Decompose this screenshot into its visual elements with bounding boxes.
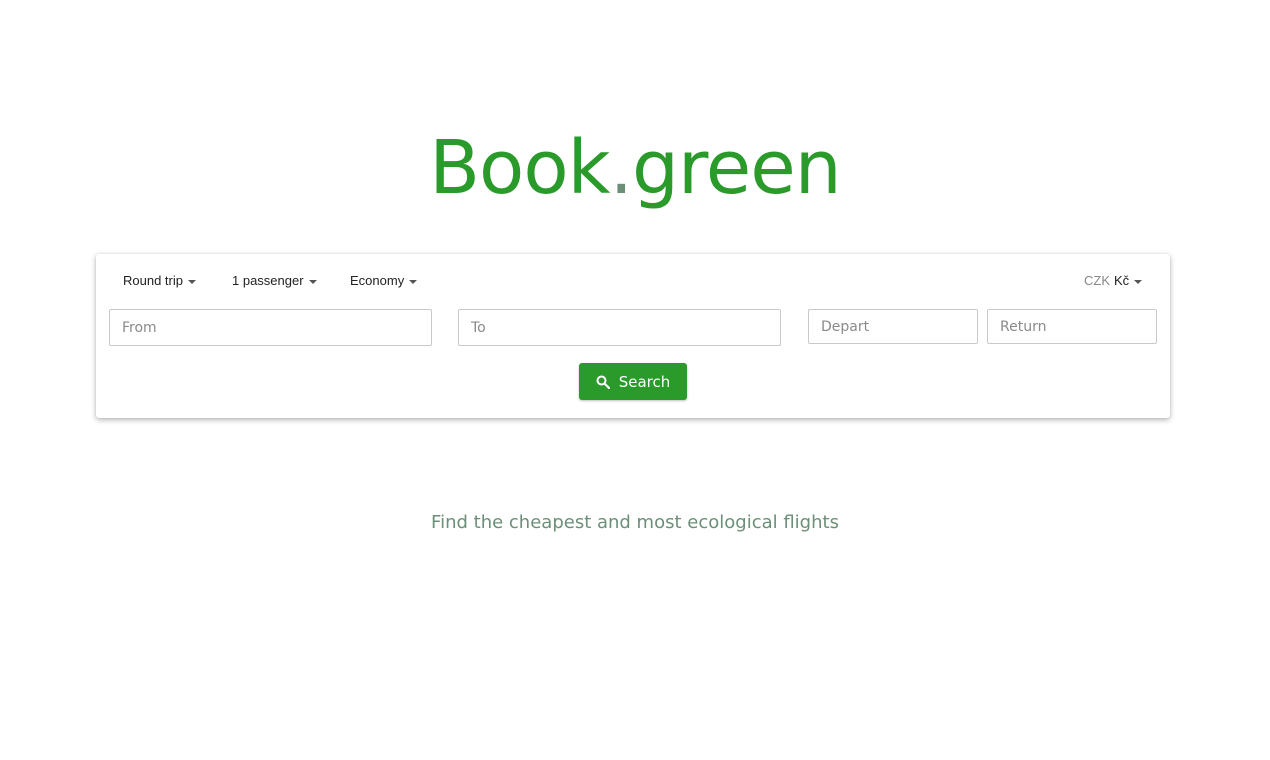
to-input[interactable] [458,309,781,346]
from-input[interactable] [109,309,432,346]
tagline: Find the cheapest and most ecological fl… [431,512,839,533]
cabin-class-label: Economy [350,273,405,288]
depart-date-input[interactable] [808,309,978,344]
site-logo[interactable]: Book.green [0,120,1270,216]
logo-name: Book [429,125,610,211]
passengers-dropdown[interactable]: 1 passenger [232,273,317,288]
search-button[interactable]: Search [579,363,687,400]
passengers-label: 1 passenger [232,273,304,288]
currency-code: CZK [1084,273,1110,288]
page: Book.green Round trip 1 passenger Econom… [0,0,1270,760]
search-icon [596,375,610,389]
search-button-label: Search [618,372,671,391]
cabin-class-dropdown[interactable]: Economy [350,273,418,288]
return-date-input[interactable] [987,309,1157,344]
caret-down-icon [187,279,196,284]
caret-down-icon [308,279,317,284]
caret-down-icon [409,279,418,284]
logo-dot: . [609,125,633,211]
trip-type-label: Round trip [123,273,183,288]
trip-type-dropdown[interactable]: Round trip [123,273,196,288]
currency-dropdown[interactable]: CZK Kč [1084,273,1143,288]
logo-tld: green [631,125,842,211]
flight-search-card: Round trip 1 passenger Economy CZK Kč Se… [96,254,1170,418]
caret-down-icon [1134,279,1143,284]
currency-symbol: Kč [1114,273,1130,288]
